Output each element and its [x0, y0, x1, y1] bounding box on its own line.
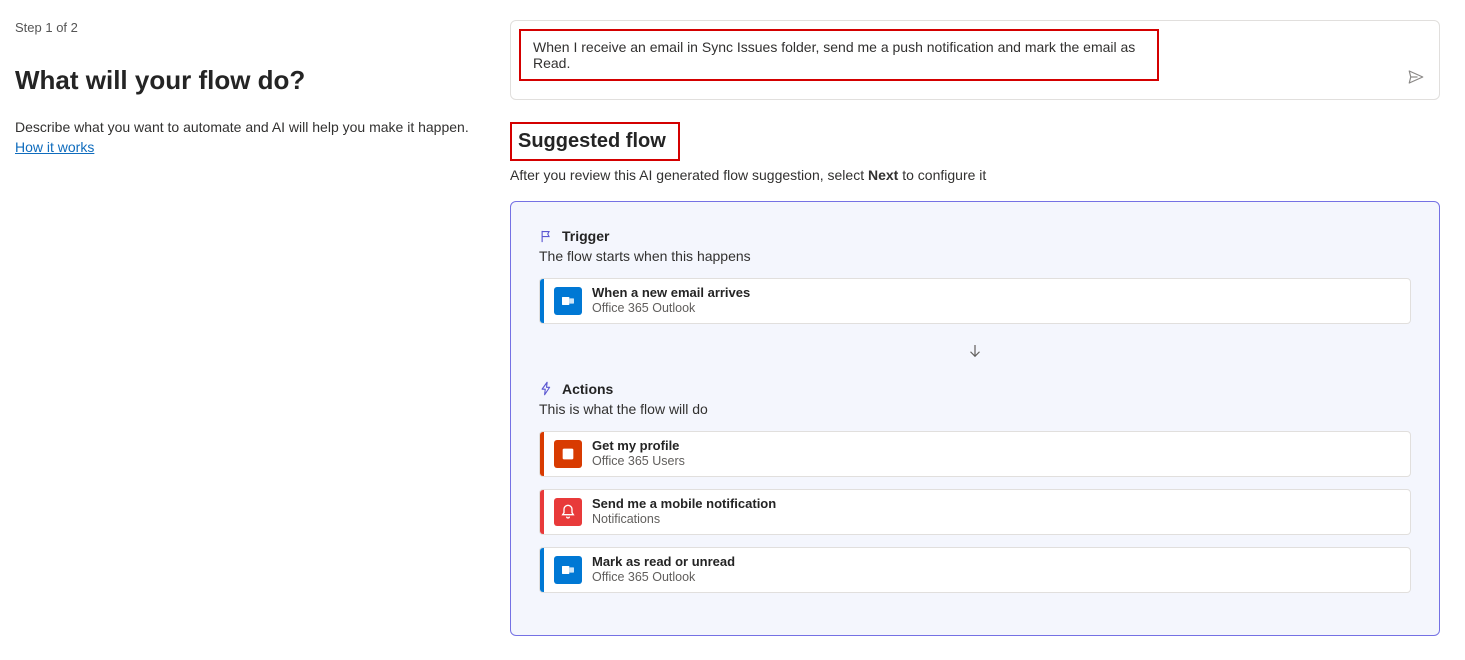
card-title: When a new email arrives	[592, 285, 750, 301]
send-button[interactable]	[1407, 68, 1425, 89]
card-title: Mark as read or unread	[592, 554, 735, 570]
office-icon	[554, 440, 582, 468]
flow-suggestion-panel: Trigger The flow starts when this happen…	[510, 201, 1440, 636]
how-it-works-link[interactable]: How it works	[15, 139, 94, 155]
step-indicator: Step 1 of 2	[15, 20, 480, 35]
prompt-input-container[interactable]: When I receive an email in Sync Issues f…	[510, 20, 1440, 100]
action-card[interactable]: Send me a mobile notificationNotificatio…	[539, 489, 1411, 535]
action-card[interactable]: Get my profileOffice 365 Users	[539, 431, 1411, 477]
outlook-icon	[554, 287, 582, 315]
card-title: Get my profile	[592, 438, 685, 454]
description-text: Describe what you want to automate and A…	[15, 119, 469, 135]
trigger-card[interactable]: When a new email arrives Office 365 Outl…	[539, 278, 1411, 324]
card-accent	[540, 490, 544, 534]
send-icon	[1407, 68, 1425, 86]
actions-section-sub: This is what the flow will do	[539, 401, 1411, 417]
flag-icon	[539, 229, 554, 244]
flow-arrow	[539, 336, 1411, 381]
outlook-icon	[554, 556, 582, 584]
card-connector: Office 365 Outlook	[592, 301, 750, 317]
page-description: Describe what you want to automate and A…	[15, 118, 480, 157]
actions-section-heading: Actions	[539, 381, 1411, 397]
page-title: What will your flow do?	[15, 65, 480, 96]
notif-icon	[554, 498, 582, 526]
lightning-icon	[539, 381, 554, 396]
card-accent	[540, 432, 544, 476]
card-accent	[540, 548, 544, 592]
trigger-section-heading: Trigger	[539, 228, 1411, 244]
suggested-flow-subtext: After you review this AI generated flow …	[510, 167, 1440, 183]
card-connector: Office 365 Users	[592, 454, 685, 470]
suggested-flow-heading: Suggested flow	[518, 130, 666, 152]
card-accent	[540, 279, 544, 323]
prompt-text[interactable]: When I receive an email in Sync Issues f…	[519, 29, 1159, 81]
card-connector: Notifications	[592, 512, 776, 528]
card-title: Send me a mobile notification	[592, 496, 776, 512]
card-connector: Office 365 Outlook	[592, 570, 735, 586]
action-card[interactable]: Mark as read or unreadOffice 365 Outlook	[539, 547, 1411, 593]
trigger-section-sub: The flow starts when this happens	[539, 248, 1411, 264]
suggested-flow-heading-box: Suggested flow	[510, 122, 680, 161]
arrow-down-icon	[966, 342, 984, 360]
